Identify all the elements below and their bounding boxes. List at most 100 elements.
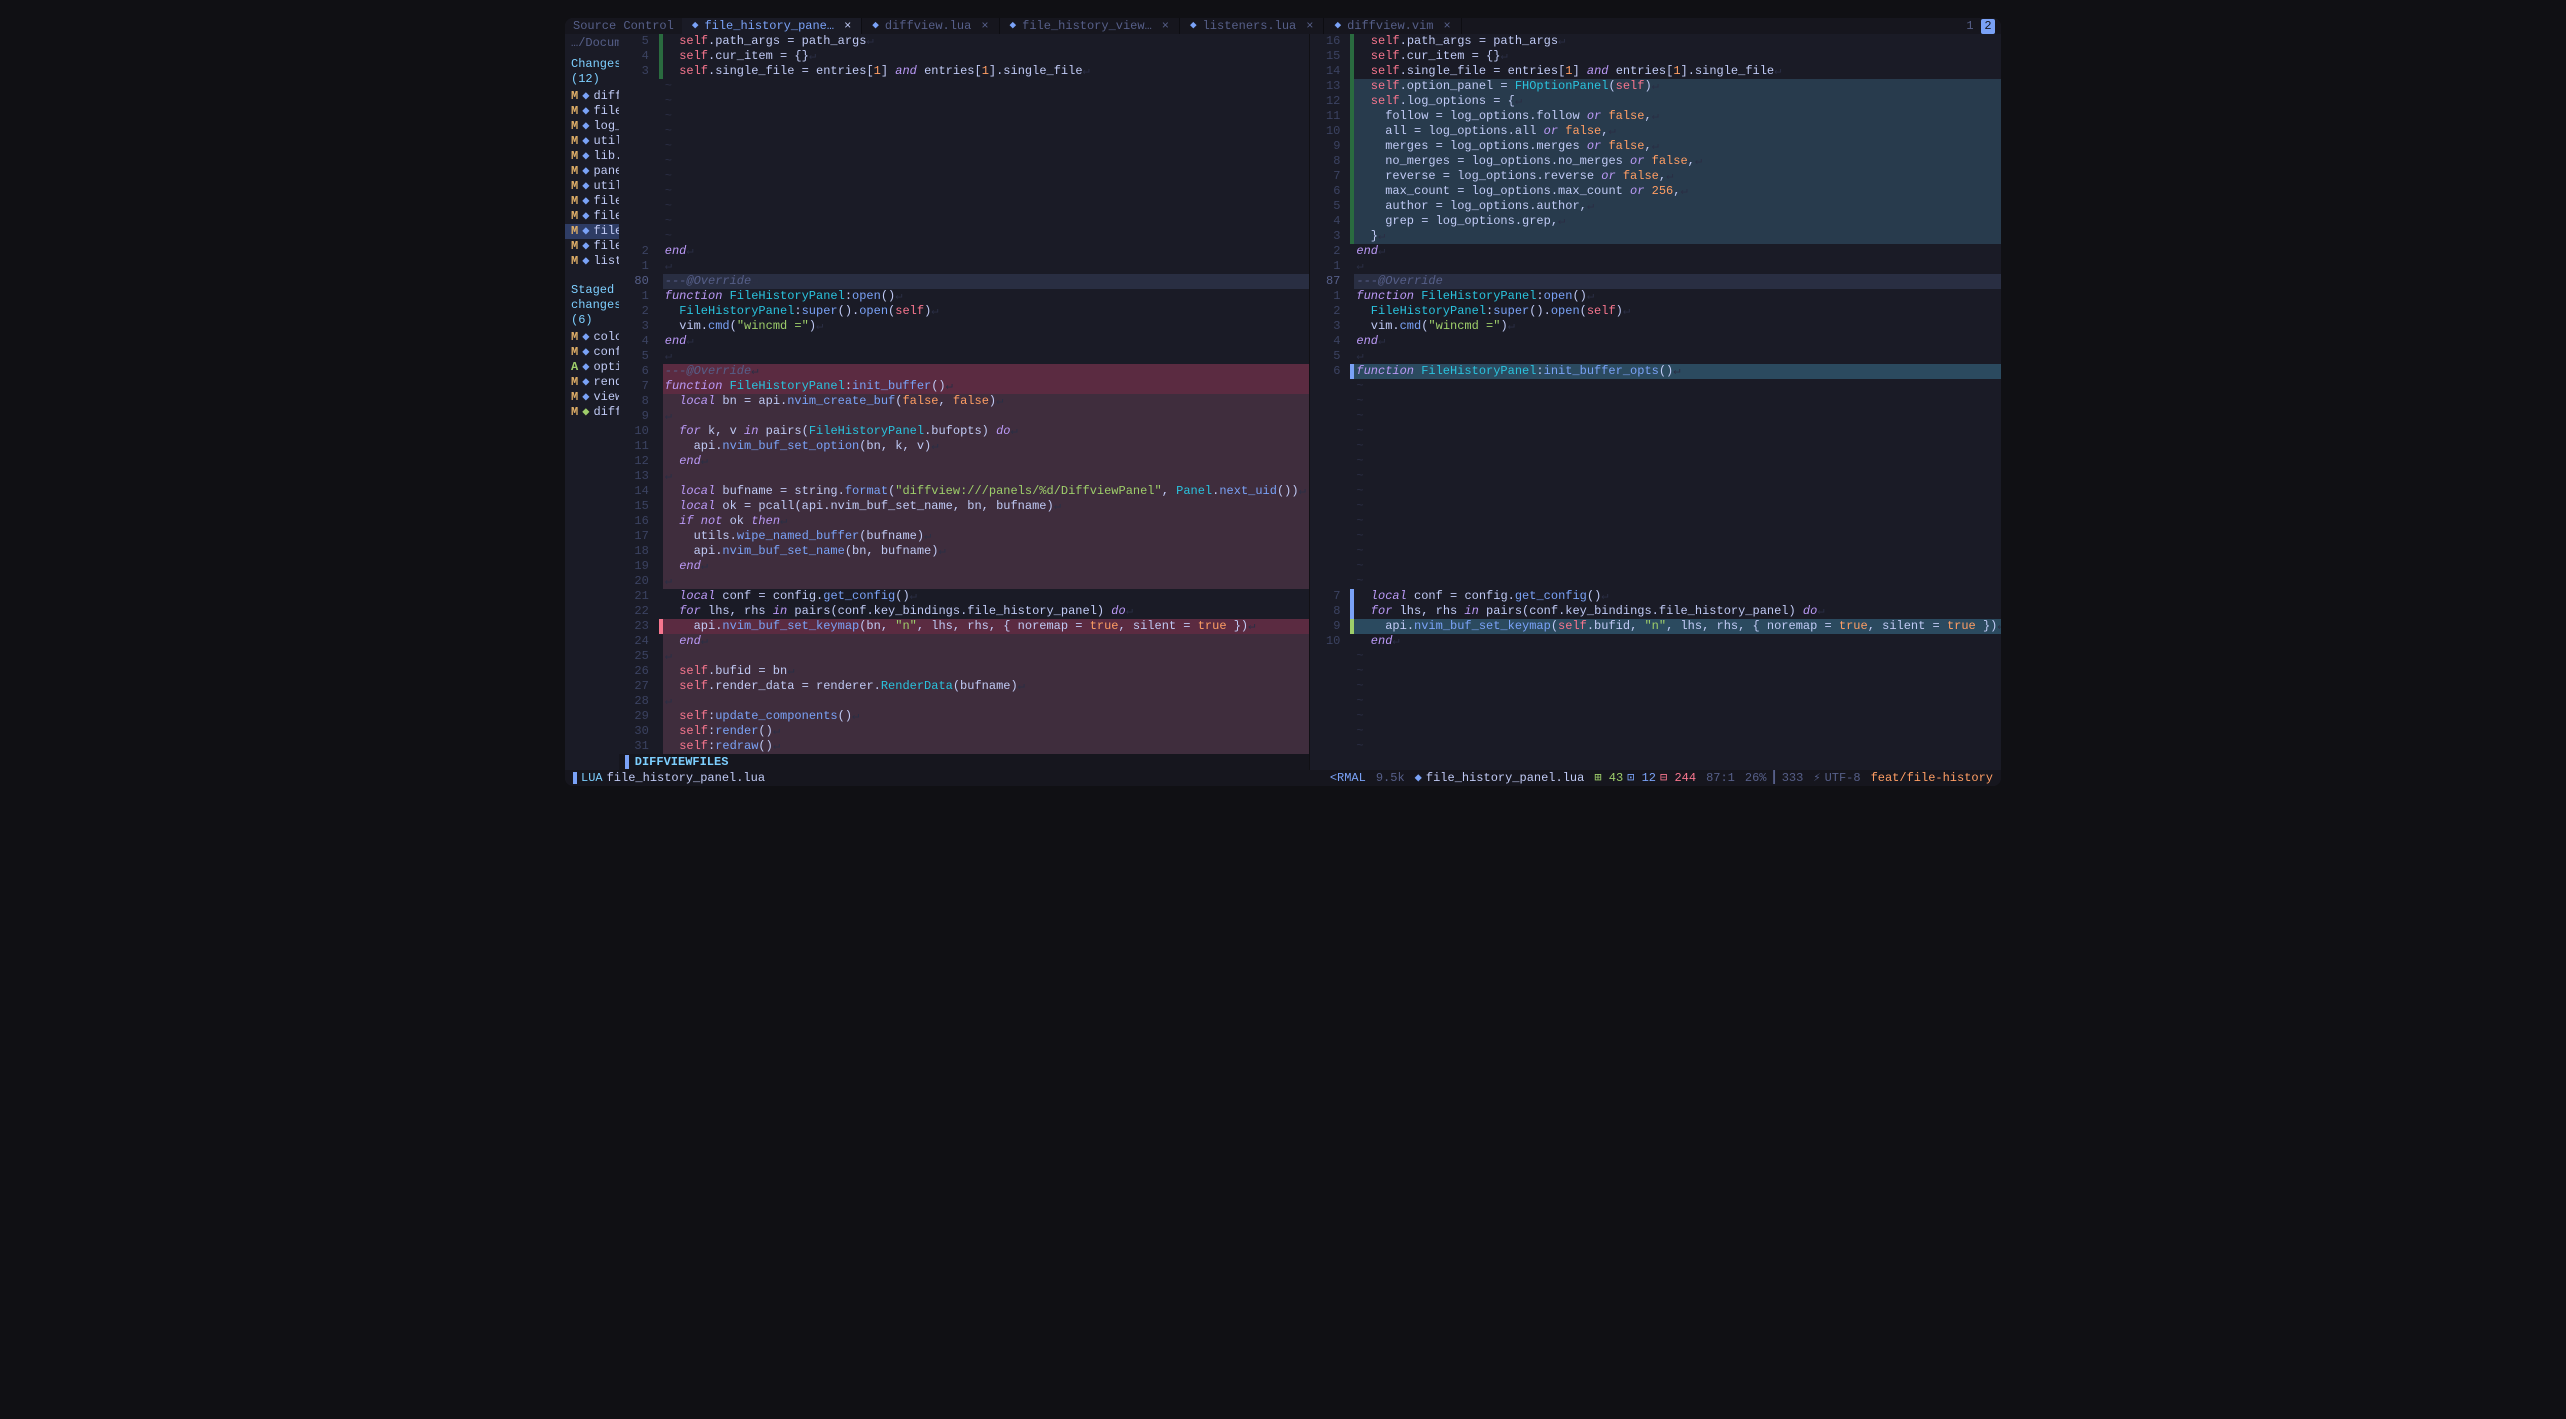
code-line[interactable]: ~ — [1310, 379, 2001, 394]
code-line[interactable]: 8 no_merges = log_options.no_merges or f… — [1310, 154, 2001, 169]
code-line[interactable]: ~ — [1310, 574, 2001, 589]
code-line[interactable]: 11 api.nvim_buf_set_option(bn, k, v)↵ — [619, 439, 1310, 454]
file-row[interactable]: M◆render.lua 293, 0 lua/diffvie — [565, 375, 619, 390]
code-line[interactable]: ~ — [1310, 664, 2001, 679]
code-line[interactable]: ~ — [1310, 724, 2001, 739]
code-line[interactable]: 2 FileHistoryPanel:super().open(self)↵ — [1310, 304, 2001, 319]
staged-header[interactable]: Staged changes (6) — [565, 279, 619, 330]
tab-0[interactable]: ◆file_history_pane…× — [682, 18, 862, 34]
code-line[interactable]: ~ — [1310, 394, 2001, 409]
close-icon[interactable]: × — [981, 19, 988, 34]
code-line[interactable]: 24 end↵ — [619, 634, 1310, 649]
tabpage-indicator[interactable]: 1 2 — [1963, 18, 2001, 34]
code-line[interactable]: ~ — [619, 124, 1310, 139]
code-line[interactable]: 13 self.option_panel = FHOptionPanel(sel… — [1310, 79, 2001, 94]
code-line[interactable]: ~ — [1310, 739, 2001, 754]
tab-3[interactable]: ◆listeners.lua× — [1180, 18, 1324, 34]
tab-1[interactable]: ◆diffview.lua× — [862, 18, 999, 34]
code-line[interactable]: 16 if not ok then↵ — [619, 514, 1310, 529]
code-line[interactable]: 16 self.path_args = path_args↵ — [1310, 34, 2001, 49]
code-line[interactable]: 1function FileHistoryPanel:open()↵ — [1310, 289, 2001, 304]
code-line[interactable]: 10 all = log_options.all or false,↵ — [1310, 124, 2001, 139]
code-line[interactable]: 4end↵ — [619, 334, 1310, 349]
code-line[interactable]: 14 local bufname = string.format("diffvi… — [619, 484, 1310, 499]
code-line[interactable]: 6 max_count = log_options.max_count or 2… — [1310, 184, 2001, 199]
code-line[interactable]: 1↵ — [619, 259, 1310, 274]
code-line[interactable]: 87---@Override↵ — [1310, 274, 2001, 289]
code-line[interactable]: 4 self.cur_item = {}↵ — [619, 49, 1310, 64]
file-row[interactable]: M◆utils.lua 37, 16 lua/diffview — [565, 134, 619, 149]
file-row[interactable]: M◆diffview.lua 4, 4 lua — [565, 89, 619, 104]
file-row[interactable]: M◆listeners.lua 33, 1 lua/diffv — [565, 254, 619, 269]
code-line[interactable]: ~ — [1310, 709, 2001, 724]
code-line[interactable]: ~ — [619, 169, 1310, 184]
code-line[interactable]: ~ — [619, 214, 1310, 229]
diff-pane-old[interactable]: 5 self.path_args = path_args↵4 self.cur_… — [619, 34, 1310, 770]
code-line[interactable]: 7function FileHistoryPanel:init_buffer()… — [619, 379, 1310, 394]
code-line[interactable]: 80---@Override↵ — [619, 274, 1310, 289]
code-line[interactable]: 6---@Override↵ — [619, 364, 1310, 379]
code-line[interactable]: ~ — [1310, 454, 2001, 469]
code-line[interactable]: 12 end↵ — [619, 454, 1310, 469]
code-line[interactable]: 3 }↵ — [1310, 229, 2001, 244]
code-line[interactable]: ~ — [1310, 484, 2001, 499]
code-line[interactable]: 19 end↵ — [619, 559, 1310, 574]
code-line[interactable]: 30 self:render()↵ — [619, 724, 1310, 739]
close-icon[interactable]: × — [844, 19, 851, 34]
tab-4[interactable]: ◆diffview.vim× — [1324, 18, 1461, 34]
code-line[interactable]: 5 author = log_options.author,↵ — [1310, 199, 2001, 214]
code-line[interactable]: 9 api.nvim_buf_set_keymap(self.bufid, "n… — [1310, 619, 2001, 634]
code-line[interactable]: ~ — [1310, 559, 2001, 574]
code-line[interactable]: ~ — [1310, 544, 2001, 559]
code-line[interactable]: 8 local bn = api.nvim_create_buf(false, … — [619, 394, 1310, 409]
code-line[interactable]: 3 vim.cmd("wincmd =")↵ — [619, 319, 1310, 334]
code-line[interactable]: ~ — [619, 109, 1310, 124]
code-line[interactable]: ~ — [1310, 424, 2001, 439]
code-line[interactable]: ~ — [1310, 679, 2001, 694]
diff-pane-new[interactable]: 16 self.path_args = path_args↵15 self.cu… — [1309, 34, 2001, 770]
code-line[interactable]: ~ — [1310, 529, 2001, 544]
code-line[interactable]: 17 utils.wipe_named_buffer(bufname)↵ — [619, 529, 1310, 544]
code-line[interactable]: ~ — [1310, 694, 2001, 709]
code-line[interactable]: 9↵ — [619, 409, 1310, 424]
code-line[interactable]: 31 self:redraw()↵ — [619, 739, 1310, 754]
code-line[interactable]: 27 self.render_data = renderer.RenderDat… — [619, 679, 1310, 694]
code-line[interactable]: ~ — [619, 79, 1310, 94]
code-line[interactable]: 22 for lhs, rhs in pairs(conf.key_bindin… — [619, 604, 1310, 619]
code-line[interactable]: 13↵ — [619, 469, 1310, 484]
file-row[interactable]: M◆utils.lua 99, 0 lua/diffview — [565, 179, 619, 194]
file-row[interactable]: M◆file_entry.lua 29, 29 lua/dif — [565, 209, 619, 224]
code-line[interactable]: 5↵ — [1310, 349, 2001, 364]
code-line[interactable]: 1↵ — [1310, 259, 2001, 274]
code-line[interactable]: 3 self.single_file = entries[1] and entr… — [619, 64, 1310, 79]
code-line[interactable]: ~ — [1310, 649, 2001, 664]
code-line[interactable]: ~ — [619, 199, 1310, 214]
code-line[interactable]: 4 grep = log_options.grep,↵ — [1310, 214, 2001, 229]
code-line[interactable]: ~ — [1310, 469, 2001, 484]
code-line[interactable]: ~ — [619, 184, 1310, 199]
file-row[interactable]: M◆lib.lua 2, 1 lua/diffview — [565, 149, 619, 164]
code-line[interactable]: 10 end↵ — [1310, 634, 2001, 649]
changes-header[interactable]: Changes (12) — [565, 53, 619, 89]
code-line[interactable]: 15 self.cur_item = {}↵ — [1310, 49, 2001, 64]
file-row[interactable]: M◆diffview.vim 5, 4 plugin — [565, 405, 619, 420]
file-row[interactable]: M◆file_panel.lua 6, 25 lua/diff — [565, 194, 619, 209]
code-line[interactable]: 21 local conf = config.get_config()↵ — [619, 589, 1310, 604]
file-row[interactable]: M◆log_entry.lua 6, 1 lua/diffvi — [565, 119, 619, 134]
code-line[interactable]: 3 vim.cmd("wincmd =")↵ — [1310, 319, 2001, 334]
code-line[interactable]: 6function FileHistoryPanel:init_buffer_o… — [1310, 364, 2001, 379]
code-line[interactable]: 5 self.path_args = path_args↵ — [619, 34, 1310, 49]
code-line[interactable]: 15 local ok = pcall(api.nvim_buf_set_nam… — [619, 499, 1310, 514]
code-line[interactable]: 29 self:update_components()↵ — [619, 709, 1310, 724]
file-row[interactable]: M◆config.lua 52, 39 lua/diffvie — [565, 345, 619, 360]
code-line[interactable]: ~ — [619, 154, 1310, 169]
code-line[interactable]: ~ — [619, 139, 1310, 154]
file-row[interactable]: M◆colors.lua 1, 0 lua/diffview — [565, 330, 619, 345]
tab-2[interactable]: ◆file_history_view…× — [1000, 18, 1180, 34]
code-line[interactable]: 2 FileHistoryPanel:super().open(self)↵ — [619, 304, 1310, 319]
close-icon[interactable]: × — [1162, 19, 1169, 34]
code-line[interactable]: ~ — [1310, 499, 2001, 514]
code-line[interactable]: 1function FileHistoryPanel:open()↵ — [619, 289, 1310, 304]
code-line[interactable]: ~ — [619, 94, 1310, 109]
file-row[interactable]: M◆file_history_view.lua 14, 10 — [565, 239, 619, 254]
